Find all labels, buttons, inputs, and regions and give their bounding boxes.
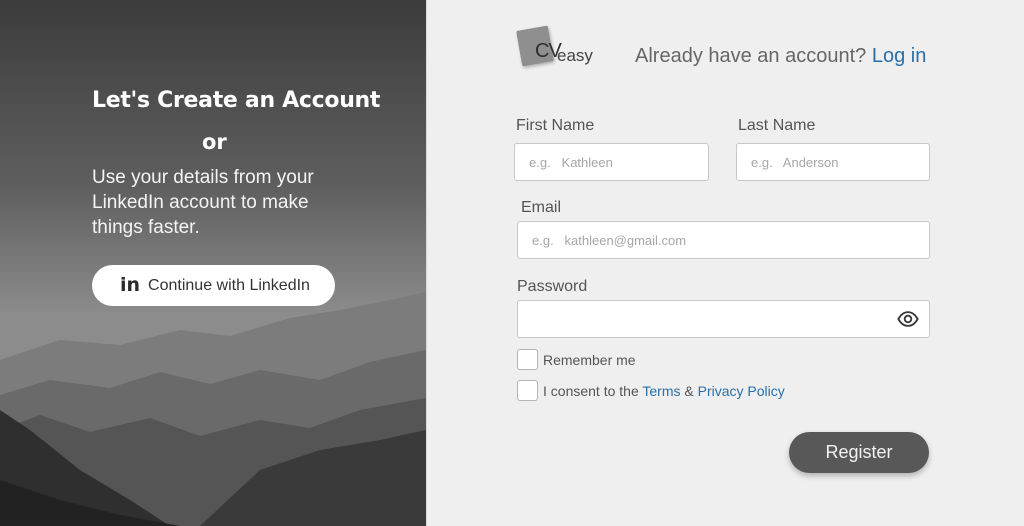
first-name-label: First Name [516, 117, 595, 134]
remember-me-checkbox[interactable] [517, 349, 538, 370]
registration-panel: CV easy Already have an account? Log in … [426, 0, 1024, 526]
logo-easy-text: easy [557, 46, 593, 65]
password-label: Password [517, 278, 588, 295]
privacy-policy-link[interactable]: Privacy Policy [698, 383, 785, 399]
terms-link[interactable]: Terms [642, 383, 680, 399]
first-name-input[interactable] [514, 143, 709, 181]
mountain-background-image [0, 0, 426, 526]
password-input[interactable] [517, 300, 930, 338]
consent-checkbox[interactable] [517, 380, 538, 401]
linkedin-button-label: Continue with LinkedIn [148, 276, 310, 294]
register-button[interactable]: Register [789, 432, 929, 473]
consent-label: I consent to the Terms & Privacy Policy [543, 383, 785, 399]
hero-description: Use your details from your LinkedIn acco… [92, 167, 314, 238]
eye-icon[interactable] [897, 308, 919, 330]
login-prompt-text: Already have an account? [635, 45, 867, 67]
remember-me-label: Remember me [543, 352, 636, 368]
consent-and-text: & [680, 383, 698, 399]
login-prompt: Already have an account? Log in [635, 45, 926, 68]
email-input[interactable] [517, 221, 930, 259]
email-label: Email [521, 199, 562, 216]
consent-prefix-text: I consent to the [543, 383, 643, 399]
linkedin-icon: in [120, 273, 141, 296]
cveasy-logo: CV easy [516, 25, 609, 70]
login-link[interactable]: Log in [872, 45, 927, 67]
last-name-input[interactable] [736, 143, 930, 181]
last-name-label: Last Name [738, 117, 816, 134]
hero-panel: Let's Create an Account or Use your deta… [0, 0, 426, 526]
continue-with-linkedin-button[interactable]: in Continue with LinkedIn [92, 265, 335, 306]
hero-or-separator: or [202, 130, 227, 154]
hero-title: Let's Create an Account [92, 88, 381, 113]
